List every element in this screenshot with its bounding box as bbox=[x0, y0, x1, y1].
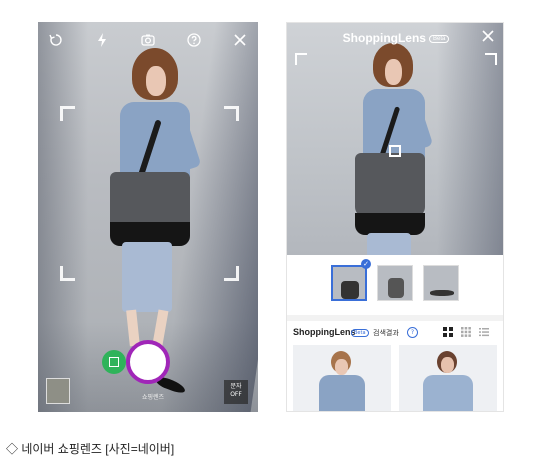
app-title: ShoppingLens Beta bbox=[287, 31, 503, 45]
text-toggle-label: 문자 bbox=[230, 383, 242, 390]
detected-item-thumb[interactable] bbox=[423, 265, 459, 301]
detected-item-thumb[interactable] bbox=[377, 265, 413, 301]
camera-screen: 쇼핑렌즈 문자 OFF bbox=[38, 22, 258, 412]
text-toggle-state: OFF bbox=[230, 391, 242, 398]
section-divider bbox=[287, 315, 503, 321]
results-label: 검색결과 bbox=[373, 329, 399, 337]
text-recognition-toggle[interactable]: 문자 OFF bbox=[224, 380, 248, 404]
check-icon: ✓ bbox=[361, 259, 371, 269]
results-beta-badge: Beta bbox=[351, 329, 369, 337]
app-title-text: ShoppingLens bbox=[342, 31, 426, 45]
result-card[interactable] bbox=[293, 345, 391, 411]
grid-small-view-icon[interactable] bbox=[461, 327, 471, 337]
detected-items-strip bbox=[287, 255, 503, 315]
gallery-thumbnail[interactable] bbox=[46, 378, 70, 404]
help-icon[interactable]: ? bbox=[407, 327, 418, 338]
beta-badge: Beta bbox=[428, 34, 450, 43]
result-card[interactable] bbox=[399, 345, 497, 411]
shutter-button[interactable] bbox=[126, 340, 170, 384]
captured-photo bbox=[287, 23, 503, 255]
lens-mode-button[interactable] bbox=[102, 350, 126, 374]
results-header: ShoppingLens Beta 검색결과 ? bbox=[293, 327, 499, 341]
shopping-lens-screen: ShoppingLens Beta ✓ ShoppingLens Beta 검색결… bbox=[286, 22, 504, 412]
list-view-icon[interactable] bbox=[479, 327, 489, 337]
detected-item-thumb[interactable] bbox=[331, 265, 367, 301]
photo-caption: ◇ 네이버 쇼핑렌즈 [사진=네이버] bbox=[6, 442, 175, 456]
close-icon[interactable] bbox=[481, 29, 495, 47]
grid-large-view-icon[interactable] bbox=[443, 327, 453, 337]
results-brand: ShoppingLens bbox=[293, 327, 356, 337]
mode-label: 쇼핑렌즈 bbox=[141, 394, 165, 401]
detected-item-marker[interactable] bbox=[389, 145, 401, 157]
